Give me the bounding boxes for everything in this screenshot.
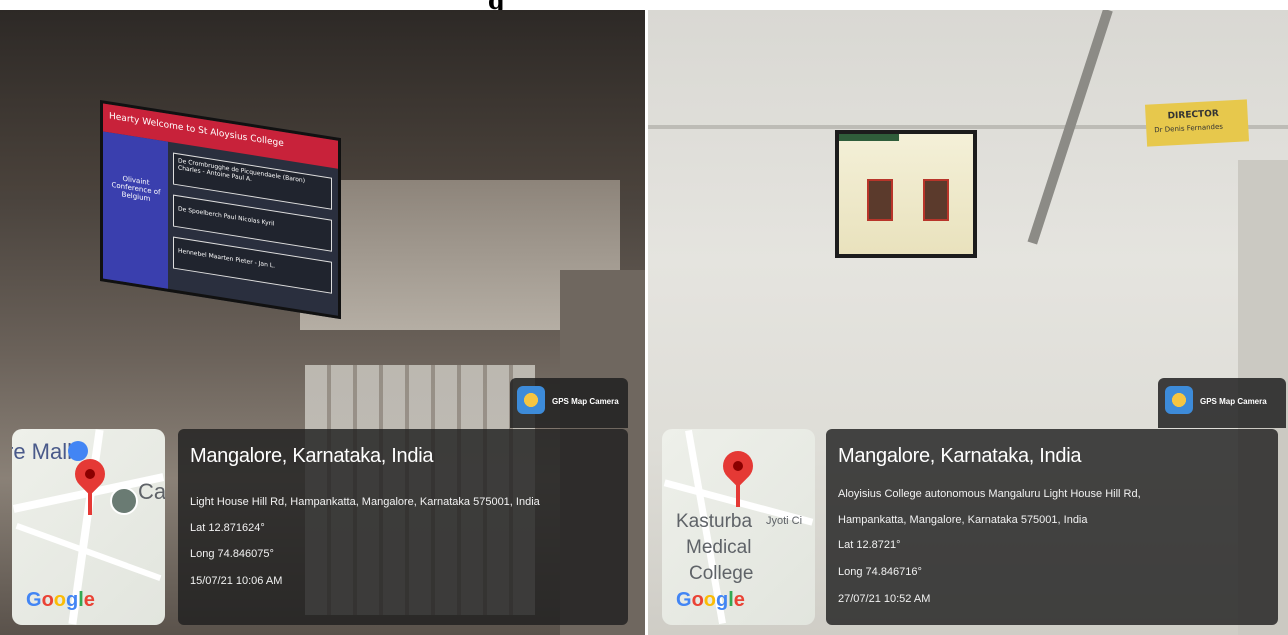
gps-camera-app-icon — [1165, 386, 1193, 414]
gps-camera-app-icon — [517, 386, 545, 414]
tv-row-text: De Crombrugghe de Picquendaele (Baron) C… — [178, 157, 306, 185]
map-place-label: Ca — [138, 479, 165, 504]
figure-title: g — [488, 0, 505, 10]
tv-row-text: De Spoelberch Paul Nicolas Kyril — [178, 205, 275, 228]
longitude: Long 74.846716° — [838, 566, 922, 578]
location-info-panel: Mangalore, Karnataka, India Aloyisius Co… — [826, 429, 1278, 625]
figure-title-strip: g — [0, 0, 1288, 10]
place-name: Mangalore, Karnataka, India — [838, 445, 1082, 467]
tv-side-panel: Olivaint Conference of Belgium — [103, 131, 168, 289]
gps-app-badge: GPS Map Camera — [510, 378, 628, 428]
director-sign: DIRECTOR Dr Denis Fernandes — [1144, 99, 1250, 147]
tv-side-text: Olivaint Conference of Belgium — [111, 174, 161, 203]
latitude: Lat 12.871624° — [190, 522, 265, 534]
wall-tv-screen: Hearty Welcome to St Aloysius College Ol… — [100, 100, 341, 320]
datetime: 27/07/21 10:52 AM — [838, 593, 931, 605]
portrait-image — [923, 179, 949, 221]
address-line: Hampankatta, Mangalore, Karnataka 575001… — [838, 514, 1088, 526]
google-logo: Google — [26, 589, 95, 611]
map-thumbnail: Kasturba Jyoti Ci Medical College Google — [662, 429, 815, 625]
google-logo: Google — [676, 589, 745, 611]
map-pin-tail — [736, 479, 740, 507]
tv-header-bar — [839, 134, 900, 141]
address-line: Aloyisius College autonomous Mangaluru L… — [838, 488, 1141, 500]
sign-name: Dr Denis Fernandes — [1154, 122, 1224, 135]
graduation-cap-icon — [110, 487, 138, 515]
map-place-label: Kasturba — [676, 511, 753, 532]
photo-right: DIRECTOR Dr Denis Fernandes GPS Map Came… — [648, 10, 1288, 635]
map-place-label: Medical — [686, 537, 752, 558]
tv-row-text: Hennebel Maarten Pieter - Jan L. — [178, 247, 276, 270]
map-thumbnail: re Mall Ca Google — [12, 429, 165, 625]
gps-app-name: GPS Map Camera — [1200, 397, 1267, 406]
map-place-label: College — [689, 563, 754, 584]
tv-display — [839, 134, 973, 254]
map-place-label: re Mall — [12, 439, 73, 464]
map-place-label: Jyoti Ci — [766, 515, 803, 527]
portrait-image — [867, 179, 893, 221]
latitude: Lat 12.8721° — [838, 539, 901, 551]
wall-tv-screen — [835, 130, 977, 258]
sign-title: DIRECTOR — [1167, 108, 1220, 122]
map-marker-icon — [68, 441, 88, 461]
map-pin-tail — [88, 487, 92, 515]
address-line: Light House Hill Rd, Hampankatta, Mangal… — [190, 496, 540, 508]
location-info-panel: Mangalore, Karnataka, India Light House … — [178, 429, 628, 625]
place-name: Mangalore, Karnataka, India — [190, 445, 434, 467]
photo-left: Hearty Welcome to St Aloysius College Ol… — [0, 10, 645, 635]
gps-app-badge: GPS Map Camera — [1158, 378, 1286, 428]
longitude: Long 74.846075° — [190, 548, 274, 560]
datetime: 15/07/21 10:06 AM — [190, 575, 283, 587]
gps-app-name: GPS Map Camera — [552, 397, 619, 406]
